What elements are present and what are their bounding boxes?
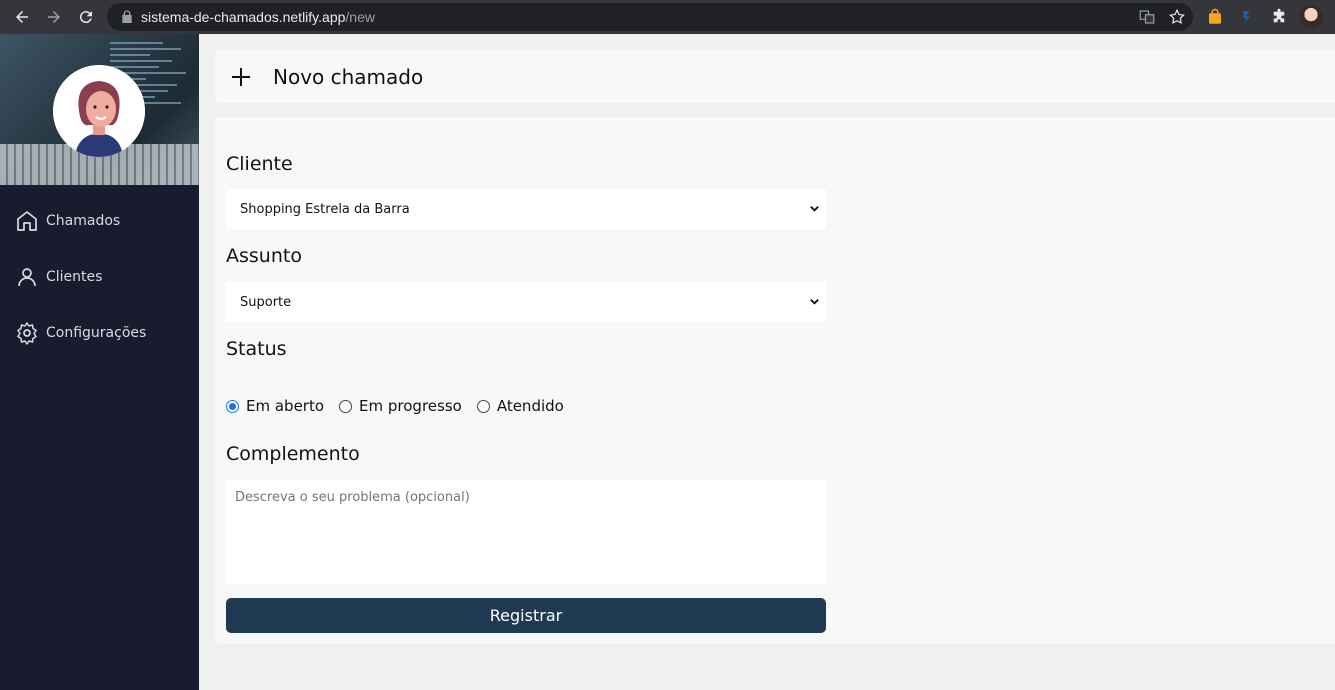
blue-extension-icon[interactable] — [1235, 5, 1259, 29]
chevron-down-icon — [810, 206, 819, 212]
user-icon — [18, 268, 36, 287]
profile-avatar-icon[interactable] — [1299, 5, 1323, 29]
cliente-label: Cliente — [226, 153, 293, 175]
reload-icon — [79, 11, 92, 24]
radio-unchecked-icon[interactable] — [476, 399, 490, 413]
reload-button[interactable] — [72, 3, 100, 31]
radio-label: Em progresso — [359, 397, 462, 415]
new-ticket-form: Cliente Shopping Estrela da Barra Assunt… — [215, 117, 1335, 644]
sidebar-item-label: Chamados — [46, 213, 121, 229]
status-radio-group: Em aberto Em progresso Atendido — [226, 397, 579, 415]
shopping-bag-extension-icon[interactable] — [1203, 5, 1227, 29]
assunto-label: Assunto — [226, 245, 302, 267]
status-label: Status — [226, 338, 287, 360]
page-title: Novo chamado — [273, 64, 424, 89]
avatar-illustration-icon — [53, 65, 145, 157]
cliente-select-value: Shopping Estrela da Barra — [240, 201, 410, 217]
assunto-select[interactable]: Suporte — [226, 282, 826, 322]
translate-icon[interactable] — [1137, 7, 1157, 27]
url-path: /new — [345, 9, 375, 25]
radio-label: Atendido — [496, 397, 564, 415]
chevron-down-icon — [810, 299, 819, 305]
user-avatar — [53, 65, 145, 157]
assunto-select-value: Suporte — [240, 294, 292, 310]
complemento-textarea[interactable]: Descreva o seu problema (opcional) — [226, 480, 826, 584]
home-icon — [17, 211, 37, 231]
bookmark-star-icon[interactable] — [1167, 7, 1187, 27]
sidebar-item-clientes[interactable]: Clientes — [0, 249, 199, 305]
back-button[interactable] — [8, 3, 36, 31]
sidebar-item-chamados[interactable]: Chamados — [0, 193, 199, 249]
status-radio-em-progresso[interactable]: Em progresso — [339, 397, 462, 415]
sidebar-item-label: Configurações — [46, 325, 147, 341]
sidebar-item-configuracoes[interactable]: Configurações — [0, 305, 199, 361]
status-radio-em-aberto[interactable]: Em aberto — [226, 397, 324, 415]
page-header: Novo chamado — [215, 50, 1335, 103]
sidebar-nav: Chamados Clientes Configurações — [0, 185, 199, 361]
browser-toolbar: sistema-de-chamados.netlify.app/new — [0, 0, 1335, 34]
url-text: sistema-de-chamados.netlify.app/new — [141, 9, 375, 25]
sidebar-banner — [0, 34, 199, 185]
puzzle-extensions-icon[interactable] — [1267, 5, 1291, 29]
plus-icon — [232, 67, 250, 86]
radio-checked-icon[interactable] — [226, 399, 239, 413]
forward-button[interactable] — [40, 3, 68, 31]
register-button[interactable]: Registrar — [226, 598, 826, 633]
complemento-placeholder: Descreva o seu problema (opcional) — [235, 490, 470, 505]
complemento-label: Complemento — [226, 443, 360, 465]
url-domain: sistema-de-chamados.netlify.app — [141, 9, 346, 25]
cliente-select[interactable]: Shopping Estrela da Barra — [226, 189, 826, 229]
status-radio-atendido[interactable]: Atendido — [476, 397, 564, 415]
radio-label: Em aberto — [246, 397, 325, 415]
radio-unchecked-icon[interactable] — [339, 399, 353, 413]
gear-icon — [17, 322, 37, 345]
sidebar: Chamados Clientes Configurações — [0, 34, 199, 690]
sidebar-item-label: Clientes — [46, 269, 103, 285]
arrow-right-icon — [48, 11, 60, 23]
arrow-left-icon — [16, 11, 28, 23]
lock-icon — [122, 10, 132, 23]
address-bar[interactable]: sistema-de-chamados.netlify.app/new — [107, 3, 1193, 31]
